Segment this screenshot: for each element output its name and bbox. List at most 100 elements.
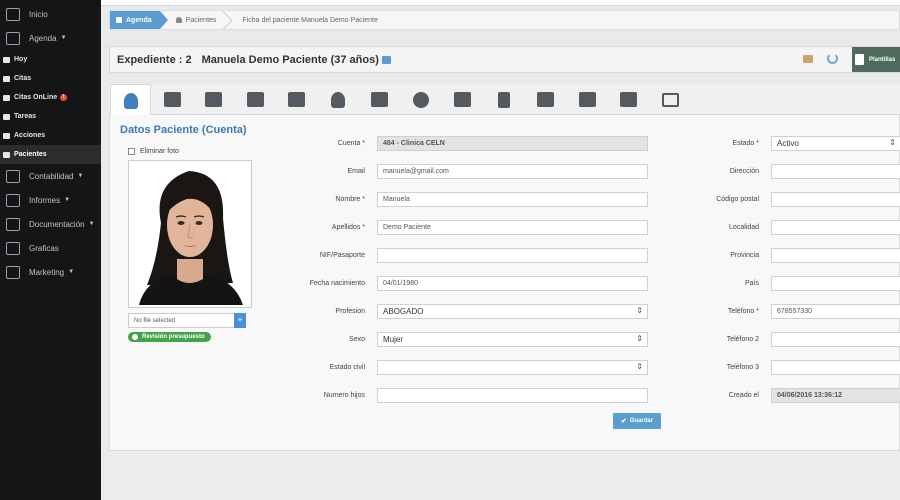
field-label: Cuenta * [337,140,365,147]
field-value: 04/01/1980 [383,280,419,287]
photo-frame [128,160,252,308]
tab-doctor[interactable] [318,84,359,115]
sidebar-item-informes[interactable]: Informes ▼ [0,188,101,212]
sidebar-item-acciones[interactable]: Acciones [0,126,101,145]
input-tel-fono[interactable]: 678557330 [771,304,900,319]
input-direcci-n[interactable] [771,164,900,179]
calendar-icon [6,31,20,45]
input-numero-hijos[interactable] [377,388,648,403]
group-icon [205,92,222,107]
caret-down-icon: ▼ [77,173,84,179]
check-icon [3,56,10,63]
tab-calendar[interactable] [235,84,276,115]
breadcrumb-agenda[interactable]: Agenda [110,11,168,29]
home-icon [6,7,20,21]
main-area: Agenda Pacientes Ficha del paciente Manu… [101,0,900,500]
input-pa-s[interactable] [771,276,900,291]
sidebar-item-label: Pacientes [14,151,47,158]
field-value: ABOGADO [383,307,424,316]
delete-photo-label: Eliminar foto [140,148,179,155]
input-creado-el: 04/06/2016 13:36:12 [771,388,900,403]
checkbox-box[interactable] [128,148,135,155]
sidebar-item-label: Citas OnLine [14,94,58,101]
revision-presupuesto-badge[interactable]: Revisión presupuesto [128,332,211,342]
sidebar-item-agenda[interactable]: Agenda ▼ [0,26,101,50]
sidebar-item-graficas[interactable]: Graficas [0,236,101,260]
patient-data-panel: Datos Paciente (Cuenta) Eliminar foto No… [109,115,900,451]
tab-megaphone[interactable] [276,84,317,115]
tab-folder-open[interactable] [152,84,193,115]
user-icon [123,92,138,109]
field-label: Email [347,168,365,175]
save-label: Guardar [629,418,654,424]
sidebar-item-label: Documentación [29,219,85,229]
select-estado[interactable]: Activo [771,136,900,151]
refresh-icon[interactable] [827,53,838,64]
megaphone-icon [288,92,305,107]
file-input[interactable]: No file selected [128,313,246,328]
tab-user[interactable] [110,84,151,116]
sidebar-item-tareas[interactable]: Tareas [0,107,101,126]
breadcrumb-pacientes-label: Pacientes [185,16,217,24]
input-localidad[interactable] [771,220,900,235]
tab-group[interactable] [193,84,234,115]
sidebar-item-contabilidad[interactable]: Contabilidad ▼ [0,164,101,188]
tab-money[interactable] [525,84,566,115]
folder-icon[interactable] [803,55,813,63]
tab-folder[interactable] [650,84,691,115]
field-label: Creado el [728,392,759,399]
select-estado-civil[interactable] [377,360,648,375]
top-bar [101,0,900,6]
breadcrumb-ficha-label: Ficha del paciente Manuela Demo Paciente [242,16,378,24]
sidebar-item-pacientes[interactable]: Pacientes [0,145,101,164]
field-label: Provincia [730,252,759,259]
sidebar-item-marketing[interactable]: Marketing ▼ [0,260,101,284]
sidebar-item-hoy[interactable]: Hoy [0,50,101,69]
input-nif-pasaporte[interactable] [377,248,648,263]
mail-icon[interactable] [381,55,391,64]
input-provincia[interactable] [771,248,900,263]
tab-bar [109,84,900,116]
field-value: Manuela [383,196,410,203]
delete-photo-checkbox[interactable]: Eliminar foto [128,148,179,155]
panel-title: Datos Paciente (Cuenta) [120,124,247,136]
tab-medkit[interactable] [567,84,608,115]
input-fecha-nacimiento[interactable]: 04/01/1980 [377,276,648,291]
tab-credit-card[interactable] [442,84,483,115]
sidebar-item-citas-online[interactable]: Citas OnLine! [0,88,101,107]
tab-edit[interactable] [359,84,400,115]
input-nombre[interactable]: Manuela [377,192,648,207]
tab-stethoscope[interactable] [401,84,442,115]
document-icon [855,54,864,65]
select-profesion[interactable]: ABOGADO [377,304,648,319]
select-sexo[interactable]: Mujer [377,332,648,347]
field-label: Numero hijos [323,392,365,399]
sidebar-item-citas[interactable]: Citas [0,69,101,88]
calendar-icon [116,17,122,23]
tab-list[interactable] [608,84,649,115]
patient-portrait-image [131,163,249,305]
sidebar-item-inicio[interactable]: Inicio [0,2,101,26]
globe-icon [3,94,10,101]
breadcrumb-ficha: Ficha del paciente Manuela Demo Paciente [226,11,387,29]
medkit-icon [578,92,596,107]
caret-down-icon: ▼ [60,35,67,41]
page-title: Expediente : 2 Manuela Demo Paciente (37 … [110,54,391,66]
save-button[interactable]: ✔ Guardar [613,413,661,429]
file-add-button[interactable]: + [234,313,246,328]
tab-file[interactable] [484,84,525,115]
input-tel-fono-2[interactable] [771,332,900,347]
input-tel-fono-3[interactable] [771,360,900,375]
input-apellidos[interactable]: Demo Paciente [377,220,648,235]
plantillas-button[interactable]: Plantillas [852,47,900,72]
sidebar-item-label: Inicio [29,9,48,19]
input-c-digo-postal[interactable] [771,192,900,207]
sidebar-item-label: Graficas [29,243,59,253]
breadcrumb-pacientes[interactable]: Pacientes [160,11,227,29]
field-label: Código postal [716,196,759,203]
sidebar-item-documentaci-n[interactable]: Documentación ▼ [0,212,101,236]
breadcrumb: Agenda Pacientes Ficha del paciente Manu… [109,10,900,30]
input-email[interactable]: manuela@gmail.com [377,164,648,179]
field-label: Estado civil [329,364,365,371]
patient-name: Manuela Demo Paciente (37 años) [201,53,379,66]
